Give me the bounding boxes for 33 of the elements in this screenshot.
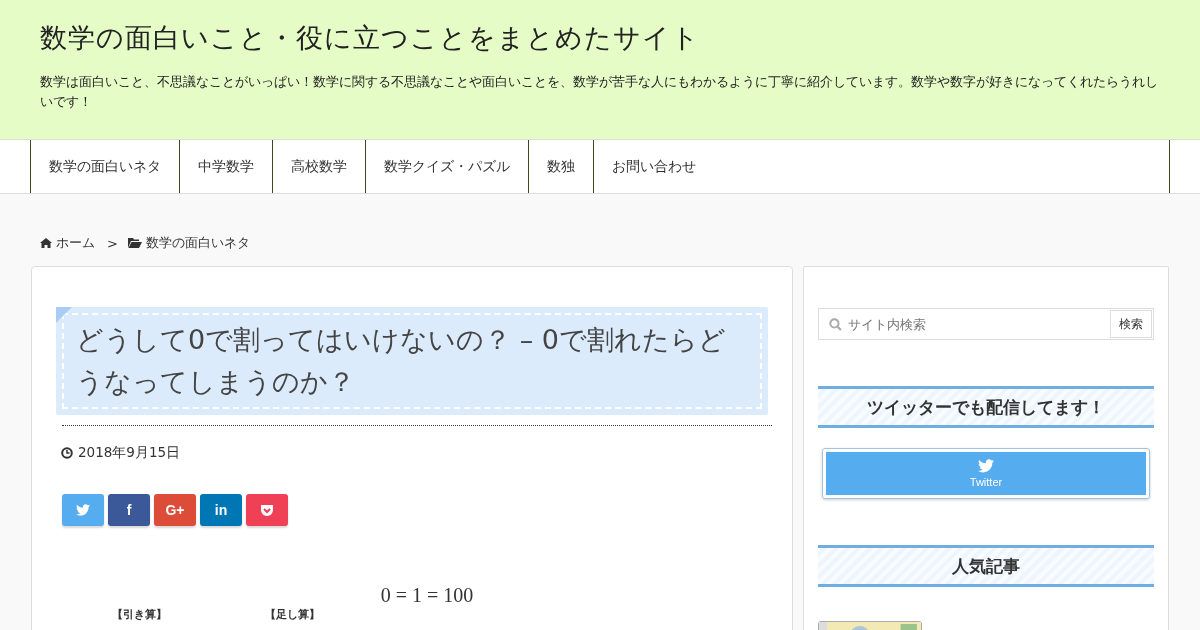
post-date: 2018年9月15日 [78,444,181,462]
nav-item[interactable]: 中学数学 [179,140,272,193]
site-title[interactable]: 数学の面白いこと・役に立つことをまとめたサイト [40,20,1160,56]
nav-item[interactable]: お問い合わせ [593,140,714,193]
article-title: どうして0で割ってはいけないの？ – 0で割れたらどうなってしまうのか？ [62,313,762,409]
home-icon [40,238,52,248]
share-button[interactable]: in [200,494,242,526]
pocket-icon [260,503,274,517]
share-button[interactable] [62,494,104,526]
clock-icon [61,447,73,459]
breadcrumb-link[interactable]: ホーム [56,234,95,252]
widget-heading: ツイッターでも配信してます！ [818,386,1154,428]
corner-mark [56,307,72,323]
section-label: 【足し算】 [265,607,320,622]
bird-icon [76,504,90,516]
share-button[interactable]: f [108,494,150,526]
nav-item[interactable]: 高校数学 [272,140,365,193]
nav-item[interactable]: 数学の面白いネタ [30,140,179,193]
site-description: 数学は面白いこと、不思議なことがいっぱい！数学に関する不思議なことや面白いことを、数学が苦手な人にもわかるように丁寧に紹介しています。数学や数字が好きになってくれたらうれしいです！ [40,73,1159,111]
share-button[interactable]: G+ [154,494,196,526]
bird-icon [978,459,994,473]
search-field[interactable]: サイト内検索 検索 [818,308,1154,340]
breadcrumb-link[interactable]: 数学の面白いネタ [145,234,250,252]
nav-item[interactable]: 数学クイズ・パズル [365,140,528,193]
share-button[interactable] [246,494,288,526]
section-label: 【引き算】 [112,607,167,622]
nav-item[interactable]: 数独 [528,140,593,193]
widget-heading: 人気記事 [818,545,1154,587]
search-icon [829,317,842,331]
breadcrumb-separator: > [107,235,118,251]
equation: 0 = 1 = 100 [380,584,474,607]
folder-icon [127,238,142,248]
search-button[interactable]: 検索 [1110,310,1152,338]
